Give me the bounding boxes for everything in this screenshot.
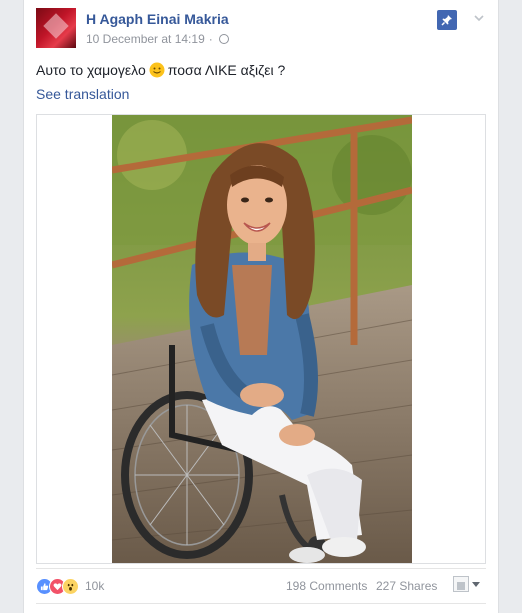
shares-count-link[interactable]: 227 Shares (376, 579, 437, 593)
globe-icon[interactable] (218, 34, 229, 44)
pin-icon (441, 15, 452, 26)
smile-emoji-icon (149, 62, 165, 78)
reaction-count[interactable]: 10k (85, 579, 104, 593)
comments-count-link[interactable]: 198 Comments (286, 579, 367, 593)
post-text-before: Αυτο το χαμογελο (36, 62, 146, 78)
post-text-after: ποσα ΛΙΚΕ αξιζει ? (167, 62, 286, 78)
page-avatar[interactable] (36, 8, 76, 48)
post-timestamp[interactable]: 10 December at 14:19 (86, 32, 205, 46)
pin-button[interactable] (437, 10, 457, 30)
post-message: Αυτο το χαμογελο ποσα ΛΙΚΕ αξιζει ? (36, 62, 486, 78)
page-voice-selector[interactable] (453, 576, 480, 592)
post-photo-frame[interactable] (36, 114, 486, 564)
post-card: H Agaph Einai Makria 10 December at 14:1… (23, 0, 499, 613)
bottom-divider (36, 603, 486, 604)
caret-down-icon (472, 581, 480, 587)
post-header: H Agaph Einai Makria 10 December at 14:1… (36, 8, 488, 52)
reactions-summary[interactable]: 10k (36, 576, 104, 596)
post-photo[interactable] (112, 115, 412, 563)
heart-icon (43, 13, 69, 39)
chevron-down-icon[interactable] (472, 11, 486, 25)
footer-divider (36, 568, 486, 569)
post-meta: 10 December at 14:19 · (86, 32, 229, 46)
meta-separator: · (208, 32, 213, 46)
see-translation-link[interactable]: See translation (36, 86, 129, 102)
page-name-link[interactable]: H Agaph Einai Makria (86, 11, 229, 27)
page-thumbnail-icon (453, 576, 469, 592)
wow-icon (62, 577, 79, 595)
